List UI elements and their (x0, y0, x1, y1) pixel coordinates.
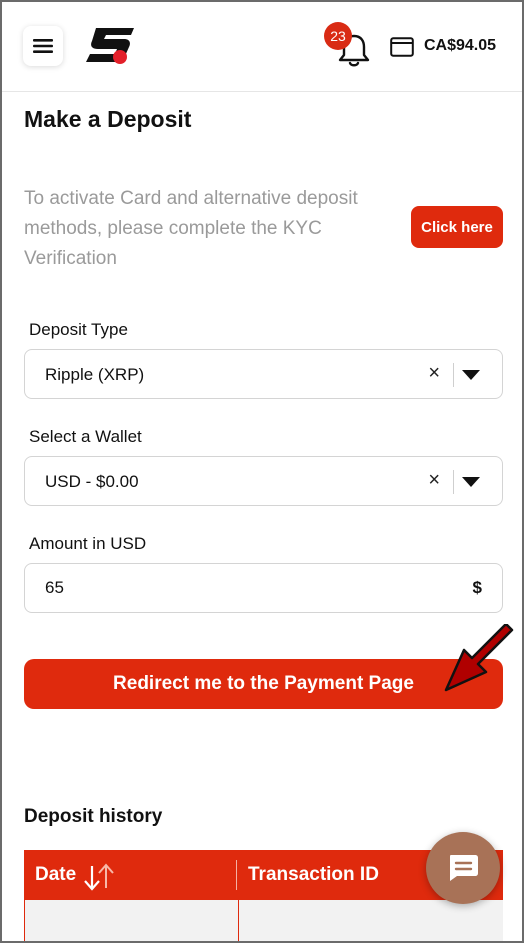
annotation-arrow-icon (444, 624, 514, 692)
chat-icon (450, 855, 478, 881)
account-balance[interactable]: CA$94.05 (424, 37, 496, 55)
deposit-type-select[interactable]: Ripple (XRP) × (24, 349, 503, 399)
chat-button[interactable] (426, 832, 500, 904)
hamburger-icon (33, 39, 53, 53)
deposit-type-label: Deposit Type (29, 320, 128, 339)
page-title: Make a Deposit (24, 106, 192, 132)
wallet-clear-icon[interactable]: × (428, 469, 440, 492)
kyc-click-here-button[interactable]: Click here (411, 206, 503, 248)
app-frame: 23 CA$94.05 Make a Deposit To activate C… (0, 0, 524, 943)
redirect-payment-button[interactable]: Redirect me to the Payment Page (24, 659, 503, 709)
amount-field[interactable]: $ (24, 563, 503, 613)
chevron-down-icon[interactable] (462, 477, 480, 487)
kyc-notice: To activate Card and alternative deposit… (24, 188, 358, 269)
column-header-date[interactable]: Date (35, 864, 76, 886)
table-row (24, 900, 503, 941)
column-header-transaction-id[interactable]: Transaction ID (248, 864, 379, 886)
select-separator (453, 363, 454, 387)
sort-icon[interactable] (82, 862, 118, 892)
menu-button[interactable] (23, 26, 63, 66)
column-divider (238, 900, 239, 941)
notification-badge: 23 (324, 22, 352, 50)
deposit-type-value: Ripple (XRP) (45, 365, 145, 384)
wallet-select[interactable]: USD - $0.00 × (24, 456, 503, 506)
chevron-down-icon[interactable] (462, 370, 480, 380)
deposit-history-title: Deposit history (24, 806, 163, 827)
select-separator (453, 470, 454, 494)
amount-label: Amount in USD (29, 534, 147, 553)
brand-logo[interactable] (82, 24, 138, 66)
top-header: 23 CA$94.05 (2, 2, 522, 92)
wallet-value: USD - $0.00 (45, 472, 139, 491)
column-divider (236, 860, 237, 890)
wallet-label: Select a Wallet (29, 427, 142, 446)
wallet-icon[interactable] (390, 37, 414, 57)
amount-input[interactable] (45, 578, 445, 598)
deposit-type-clear-icon[interactable]: × (428, 362, 440, 385)
currency-symbol: $ (472, 578, 482, 597)
